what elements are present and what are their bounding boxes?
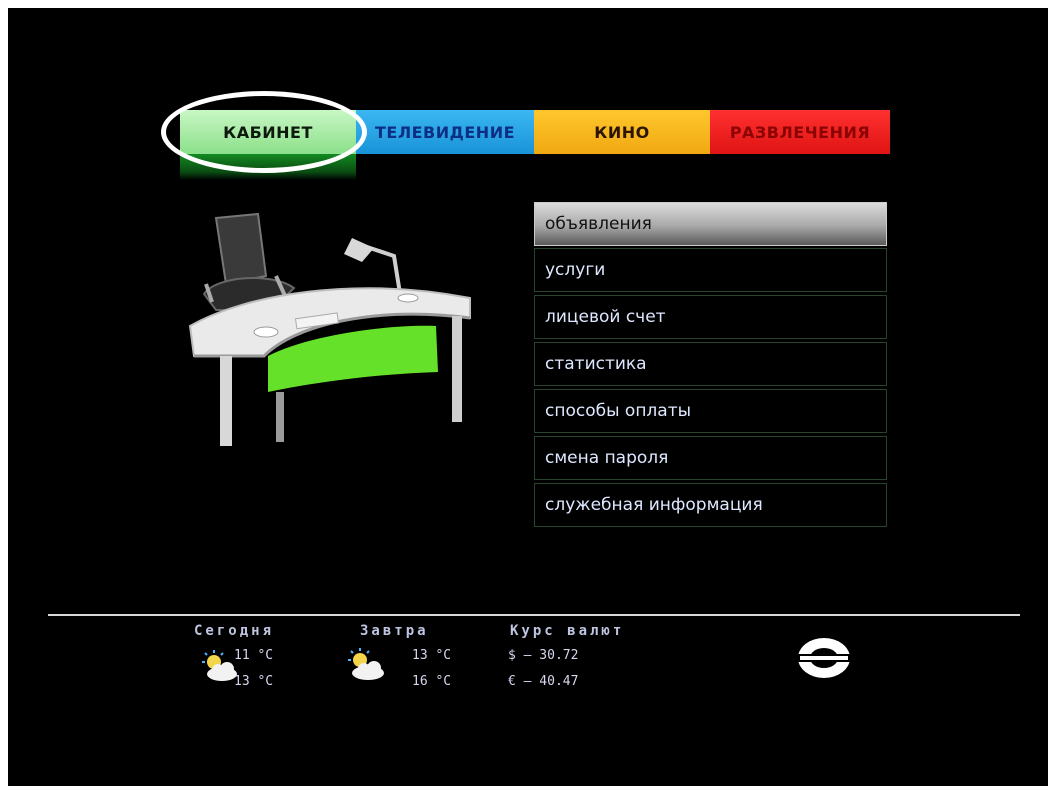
weather-tomorrow-temp-1: 13 °C [412,648,452,663]
provider-logo [796,638,852,678]
currency-eur: € – 40.47 [508,674,579,689]
menu-item-uslugi[interactable]: услуги [534,248,887,292]
weather-tomorrow-temp-2: 16 °C [412,674,452,689]
tab-razvlecheniya[interactable]: РАЗВЛЕЧЕНИЯ [710,110,890,154]
menu-item-obyavleniya[interactable]: объявления [534,202,887,246]
partly-cloudy-icon [348,648,384,680]
weather-tomorrow-title: Завтра [360,623,429,639]
menu-item-sposoby-oplaty[interactable]: способы оплаты [534,389,887,433]
highlight-oval [161,91,367,173]
tab-televidenie[interactable]: ТЕЛЕВИДЕНИЕ [356,110,534,154]
weather-today-title: Сегодня [194,623,275,639]
weather-today-temp-2: 13 °C [234,674,274,689]
footer-divider [48,614,1020,616]
tab-kino[interactable]: КИНО [534,110,710,154]
menu-item-statistika[interactable]: статистика [534,342,887,386]
tv-screen: КАБИНЕТ ТЕЛЕВИДЕНИЕ КИНО РАЗВЛЕЧЕНИЯ объ… [8,8,1048,786]
currency-title: Курс валют [510,623,625,639]
menu-item-smena-parolya[interactable]: смена пароля [534,436,887,480]
office-desk-image [188,212,471,446]
menu-item-sluzhebnaya-informatsiya[interactable]: служебная информация [534,483,887,527]
currency-usd: $ – 30.72 [508,648,579,663]
weather-today-temp-1: 11 °C [234,648,274,663]
menu-item-litsevoy-schet[interactable]: лицевой счет [534,295,887,339]
